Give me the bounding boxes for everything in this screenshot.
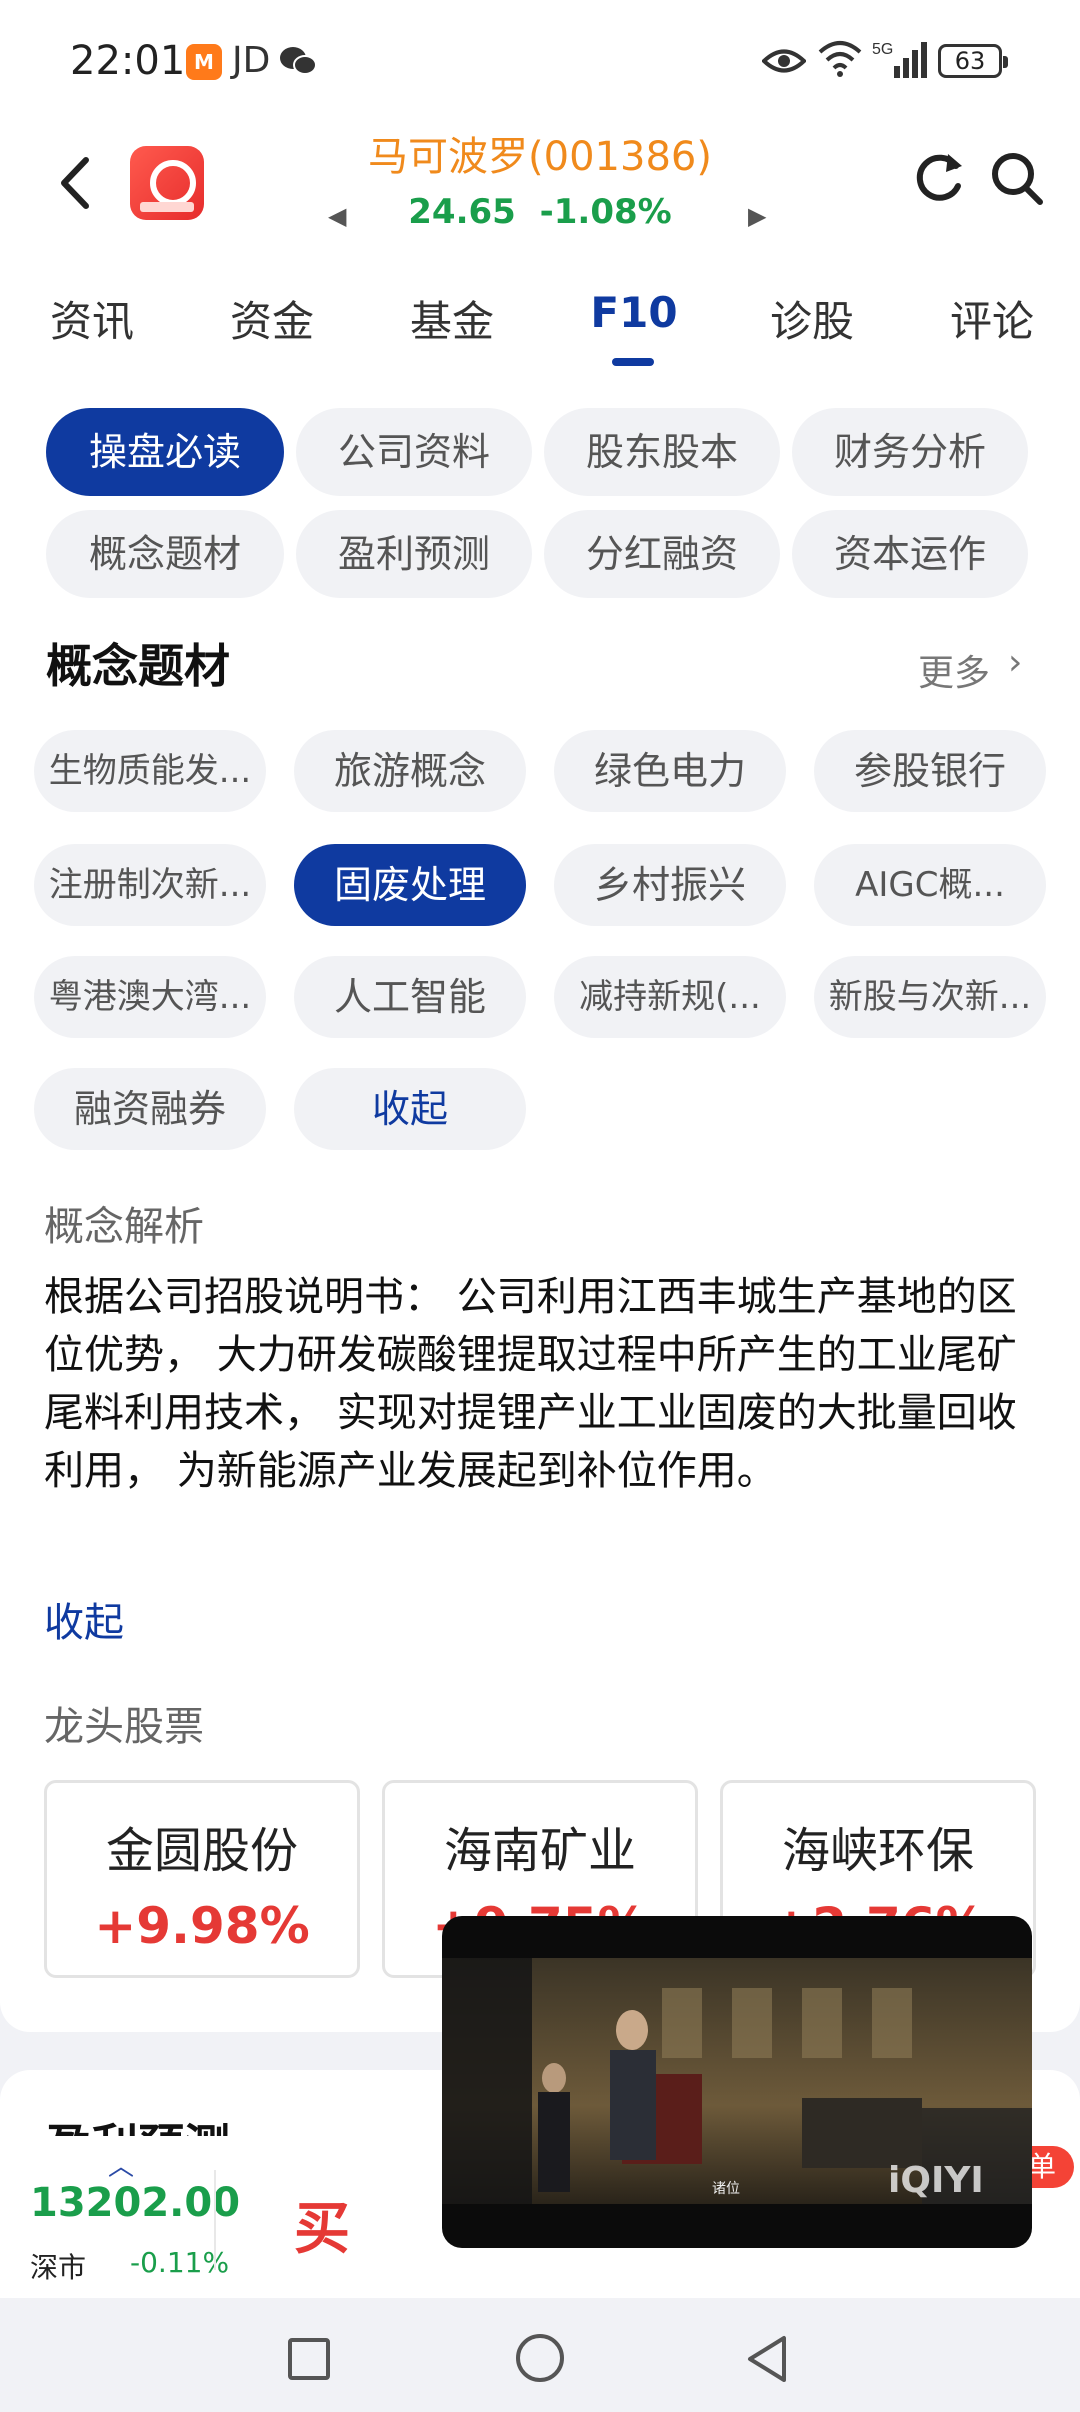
status-bar: 22:01 M JD 5G 63	[0, 0, 1080, 118]
concept-tag[interactable]: 旅游概念	[294, 730, 526, 812]
f10-content: 操盘必读 公司资料 股东股本 财务分析 概念题材 盈利预测 分红融资 资本运作 …	[0, 368, 1080, 2032]
subnav-financial-analysis[interactable]: 财务分析	[792, 408, 1028, 496]
concept-tag[interactable]: 生物质能发...	[34, 730, 266, 812]
concept-tag-active[interactable]: 固废处理	[294, 844, 526, 926]
concept-tag[interactable]: 粤港澳大湾...	[34, 956, 266, 1038]
concept-tag[interactable]: 人工智能	[294, 956, 526, 1038]
tab-news[interactable]: 资讯	[22, 288, 162, 349]
concept-analysis-text: 根据公司招股说明书： 公司利用江西丰城生产基地的区位优势， 大力研发碳酸锂提取过…	[44, 1274, 1017, 1494]
chevron-right-icon[interactable]: ›	[1008, 642, 1022, 683]
floating-video-player[interactable]: 诸位 iQIYI	[442, 1916, 1032, 2248]
section-title-concepts: 概念题材	[46, 639, 230, 693]
stock-header: 马可波罗(001386) ◀ 24.65 -1.08% ▶	[0, 118, 1080, 248]
refresh-icon[interactable]	[910, 148, 966, 208]
app-logo[interactable]	[130, 146, 204, 220]
tab-f10[interactable]: F10	[564, 288, 704, 337]
concept-tag[interactable]: AIGC概...	[814, 844, 1046, 926]
buy-button[interactable]: 买	[294, 2184, 350, 2265]
collapse-tags-button[interactable]: 收起	[294, 1068, 526, 1150]
concept-tag[interactable]: 融资融券	[34, 1068, 266, 1150]
back-arrow-icon[interactable]	[52, 148, 102, 218]
tab-comments[interactable]: 评论	[922, 288, 1062, 349]
subnav-concepts[interactable]: 概念题材	[46, 510, 284, 598]
wifi-icon	[818, 41, 862, 77]
subnav-shareholders[interactable]: 股东股本	[544, 408, 780, 496]
stock-name: 马可波罗(001386)	[368, 134, 712, 180]
stock-change: -1.08%	[539, 192, 672, 232]
concept-tag[interactable]: 注册制次新...	[34, 844, 266, 926]
subnav-company-info[interactable]: 公司资料	[296, 408, 532, 496]
collapse-analysis-link[interactable]: 收起	[44, 1590, 124, 1648]
notification-app-icon: M	[186, 44, 222, 80]
tab-diagnosis[interactable]: 诊股	[742, 288, 882, 349]
main-tabs: 资讯 资金 基金 F10 诊股 评论	[0, 248, 1080, 368]
stock-quote: 24.65 -1.08%	[300, 192, 780, 232]
recents-icon[interactable]	[288, 2338, 330, 2380]
divider	[214, 2170, 216, 2270]
leader-stock-name: 金圆股份	[105, 1823, 298, 1879]
concept-tag[interactable]: 减持新规(...	[554, 956, 786, 1038]
status-time: 22:01	[70, 38, 186, 84]
tab-funds-flow[interactable]: 资金	[202, 288, 342, 349]
more-link[interactable]: 更多	[918, 644, 990, 696]
system-back-icon[interactable]	[744, 2334, 792, 2384]
wechat-icon	[280, 47, 317, 75]
leader-stock-name: 海峡环保	[781, 1823, 974, 1879]
subnav-dividend-financing[interactable]: 分红融资	[544, 510, 780, 598]
leader-stock-change: +9.98%	[94, 1897, 310, 1955]
tab-indicator	[612, 358, 654, 366]
tab-fund[interactable]: 基金	[382, 288, 522, 349]
concept-tag[interactable]: 绿色电力	[554, 730, 786, 812]
concept-analysis-label: 概念解析	[44, 1204, 204, 1250]
video-subtitle: 诸位	[712, 2181, 740, 2197]
concept-tag[interactable]: 乡村振兴	[554, 844, 786, 926]
concept-tag[interactable]: 参股银行	[814, 730, 1046, 812]
search-icon[interactable]	[988, 148, 1046, 208]
home-icon[interactable]	[516, 2334, 564, 2382]
leader-stock-name: 海南矿业	[443, 1823, 636, 1879]
system-nav-bar	[0, 2298, 1080, 2412]
concept-tag[interactable]: 新股与次新...	[814, 956, 1046, 1038]
network-label: 5G	[872, 41, 893, 58]
stock-price: 24.65	[408, 192, 516, 232]
subnav-earnings-forecast[interactable]: 盈利预测	[296, 510, 532, 598]
eye-icon	[762, 49, 806, 73]
battery-icon: 63	[938, 44, 1008, 78]
chevron-up-icon[interactable]: ︿	[108, 2146, 134, 2183]
index-value[interactable]: 13202.00	[30, 2180, 240, 2226]
notification-jd-icon: JD	[232, 40, 271, 81]
signal-icon: 5G	[872, 41, 927, 78]
subnav-trading-must-read[interactable]: 操盘必读	[46, 408, 284, 496]
index-name: 深市	[30, 2251, 87, 2284]
next-stock-icon[interactable]: ▶	[748, 202, 766, 230]
leaders-label: 龙头股票	[44, 1704, 204, 1750]
subnav-capital-operation[interactable]: 资本运作	[792, 510, 1028, 598]
iqiyi-logo: iQIYI	[888, 2160, 984, 2201]
leader-stock-card[interactable]: 金圆股份 +9.98%	[44, 1780, 360, 1978]
